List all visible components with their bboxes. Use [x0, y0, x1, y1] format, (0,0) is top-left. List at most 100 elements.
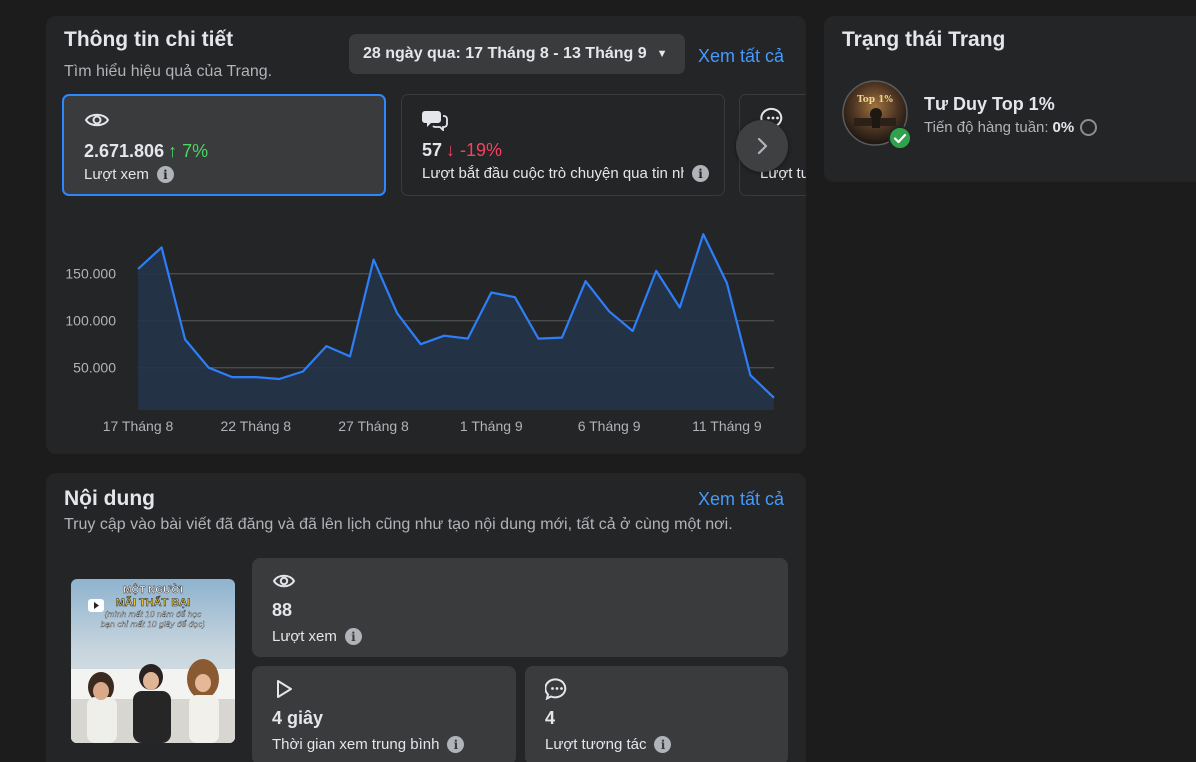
chart-point[interactable] — [724, 280, 730, 286]
info-icon[interactable]: i — [654, 736, 672, 753]
chart-point[interactable] — [700, 231, 706, 237]
comment-dots-icon — [545, 678, 567, 700]
progress-ring-icon — [1080, 119, 1098, 136]
info-icon[interactable]: i — [156, 166, 174, 183]
metric-value: 2.671.806 ↑ 7% — [84, 141, 208, 162]
insights-subtitle: Tìm hiểu hiệu quả của Trang. — [64, 63, 273, 80]
chevron-right-icon — [757, 137, 768, 155]
chart-point[interactable] — [253, 374, 259, 380]
status-title: Trạng thái Trang — [842, 28, 1006, 51]
chart-point[interactable] — [512, 294, 518, 300]
thumbnail-caption-line1: MỘT NGƯỜI — [123, 583, 183, 596]
page-avatar[interactable]: Top 1% — [842, 80, 912, 150]
info-icon[interactable]: i — [447, 736, 465, 753]
stat-label: Lượt tương tác — [545, 736, 647, 753]
chat-bubbles-icon — [422, 111, 448, 131]
post-thumbnail[interactable]: MỘT NGƯỜI MÃI THẤT BẠI (mình mất 10 năm … — [71, 579, 235, 743]
chart-x-axis: 17 Tháng 8 22 Tháng 8 27 Tháng 8 1 Tháng 9 6… — [103, 418, 762, 434]
chart-y-tick-label: 50.000 — [73, 360, 116, 376]
chart-y-axis: 50.000 100.000 150.000 — [65, 266, 116, 376]
chart-point[interactable] — [182, 337, 188, 343]
content-card: Nội dung Xem tất cả Truy cập vào bài viế… — [46, 473, 806, 762]
metric-delta-down: ↓ -19% — [446, 140, 503, 160]
chart-point[interactable] — [747, 372, 753, 378]
caret-down-icon: ▼ — [656, 48, 668, 60]
metric-card-views[interactable]: 2.671.806 ↑ 7% Lượt xem i — [62, 94, 386, 196]
post-thumbnail-image: MỘT NGƯỜI MÃI THẤT BẠI (mình mất 10 năm … — [71, 579, 235, 743]
metric-label-row: Lượt xem i — [84, 166, 174, 183]
metric-value: 57 ↓ -19% — [422, 140, 502, 161]
verified-check-icon — [888, 126, 912, 150]
chart-point[interactable] — [229, 374, 235, 380]
content-see-all-link[interactable]: Xem tất cả — [698, 489, 784, 510]
carousel-next-button[interactable] — [736, 120, 788, 172]
content-subtitle: Truy cập vào bài viết đã đăng và đã lên … — [64, 516, 733, 533]
metric-label-row: Lượt bắt đầu cuộc trò chuyện qua tin nhắ… — [422, 165, 709, 182]
chart-point[interactable] — [465, 336, 471, 342]
chart-point[interactable] — [488, 290, 494, 296]
reel-icon — [88, 599, 104, 612]
metric-label: Lượt bắt đầu cuộc trò chuyện qua tin nhắ… — [422, 165, 684, 182]
chart-point[interactable] — [371, 257, 377, 263]
chart-x-tick-label: 27 Tháng 8 — [338, 418, 409, 434]
weekly-progress-label: Tiến độ hàng tuần: — [924, 119, 1049, 136]
metric-delta-up: ↑ 7% — [168, 141, 209, 161]
chart-point[interactable] — [559, 335, 565, 341]
chart-point[interactable] — [159, 244, 165, 250]
thumbnail-caption-line4: bạn chỉ mất 10 giây để đọc) — [101, 619, 206, 629]
insights-card: Thông tin chi tiết Tìm hiểu hiệu quả của… — [46, 16, 806, 454]
post-stat-avg-watch-time: 4 giây Thời gian xem trung bình i — [252, 666, 516, 762]
weekly-progress: Tiến độ hàng tuần: 0% — [924, 119, 1098, 136]
stat-label-row: Thời gian xem trung bình i — [272, 736, 465, 753]
chart-point[interactable] — [300, 368, 306, 374]
metric-number: 57 — [422, 140, 443, 160]
chart-x-tick-label: 22 Tháng 8 — [220, 418, 291, 434]
chart-point[interactable] — [606, 308, 612, 314]
chart-point[interactable] — [394, 310, 400, 316]
chart-point[interactable] — [135, 266, 141, 272]
play-icon — [277, 680, 292, 698]
chart-x-tick-label: 6 Tháng 9 — [578, 418, 641, 434]
chart-point[interactable] — [347, 353, 353, 359]
chart-x-tick-label: 11 Tháng 9 — [692, 418, 762, 434]
chart-point[interactable] — [653, 268, 659, 274]
content-title: Nội dung — [64, 487, 155, 510]
stat-label-row: Lượt xem i — [272, 628, 362, 645]
metric-carousel: 2.671.806 ↑ 7% Lượt xem i 57 ↓ -19% Lượt b… — [62, 94, 806, 198]
chart-point[interactable] — [323, 343, 329, 349]
chart-x-tick-label: 17 Tháng 8 — [103, 418, 174, 434]
post-stat-views: 88 Lượt xem i — [252, 558, 788, 657]
page-name[interactable]: Tư Duy Top 1% — [924, 94, 1055, 115]
stat-label-row: Lượt tương tác i — [545, 736, 672, 753]
chart-point[interactable] — [677, 305, 683, 311]
chart-point[interactable] — [206, 365, 212, 371]
date-range-dropdown[interactable]: 28 ngày qua: 17 Tháng 8 - 13 Tháng 9 ▼ — [349, 34, 685, 74]
page-status-card: Trạng thái Trang Top 1% Tư Duy Top 1% Ti… — [824, 16, 1196, 182]
metric-card-conversations[interactable]: 57 ↓ -19% Lượt bắt đầu cuộc trò chuyện qu… — [401, 94, 725, 196]
eye-icon — [272, 574, 296, 588]
info-icon[interactable]: i — [692, 165, 709, 182]
chart-area-fill — [138, 234, 774, 410]
stat-value: 88 — [272, 600, 293, 620]
chart-y-tick-label: 150.000 — [65, 266, 116, 282]
chart-point[interactable] — [418, 341, 424, 347]
stat-value: 4 — [545, 708, 556, 728]
eye-icon — [84, 113, 110, 127]
metric-label: Lượt xem — [84, 166, 149, 183]
stat-label: Lượt xem — [272, 628, 337, 645]
chart-point[interactable] — [583, 278, 589, 284]
chart-point[interactable] — [771, 395, 777, 401]
post-stat-engagement: 4 Lượt tương tác i — [525, 666, 788, 762]
thumbnail-caption-line3: (mình mất 10 năm để học — [105, 609, 203, 619]
chart-y-tick-label: 100.000 — [65, 313, 116, 329]
chart-point[interactable] — [441, 333, 447, 339]
chart-point[interactable] — [535, 336, 541, 342]
insights-see-all-link[interactable]: Xem tất cả — [698, 46, 784, 67]
weekly-progress-value: 0% — [1052, 119, 1075, 136]
chart-x-tick-label: 1 Tháng 9 — [460, 418, 523, 434]
avatar-badge-text: Top 1% — [857, 95, 893, 105]
chart-point[interactable] — [276, 376, 282, 382]
chart-point[interactable] — [630, 328, 636, 334]
thumbnail-caption-line2: MÃI THẤT BẠI — [116, 596, 191, 609]
info-icon[interactable]: i — [344, 628, 362, 645]
